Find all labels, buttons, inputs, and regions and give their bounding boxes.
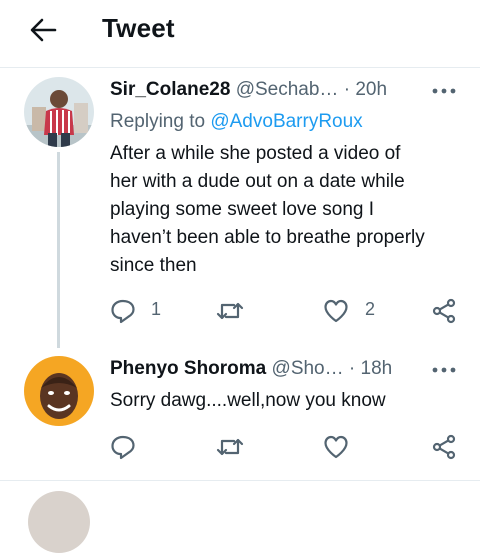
avatar[interactable] (28, 491, 90, 553)
reply-button[interactable] (110, 434, 136, 460)
reply-count: 1 (151, 299, 162, 319)
timestamp[interactable]: 20h (355, 79, 387, 100)
more-icon[interactable] (432, 366, 456, 374)
tweet-text-line: her with a dude out on a date while (110, 171, 405, 192)
separator-dot: · (348, 358, 356, 379)
share-icon (431, 434, 457, 460)
like-icon (323, 298, 349, 324)
tweet-text: Sorry dawg....well,now you know (110, 387, 386, 415)
tweet-divider (0, 480, 480, 481)
timestamp[interactable]: 18h (361, 358, 393, 379)
page-title: Tweet (102, 13, 175, 43)
handle[interactable]: @Sechab… (236, 79, 339, 100)
replying-to: Replying to @AdvoBarryRoux (110, 111, 363, 133)
header-divider (0, 67, 480, 68)
top-bar: Tweet (0, 0, 480, 62)
retweet-button[interactable] (216, 434, 244, 460)
more-icon[interactable] (432, 87, 456, 95)
like-button[interactable]: 2 (323, 298, 383, 324)
share-button[interactable] (431, 298, 457, 324)
back-arrow-icon[interactable] (28, 16, 58, 44)
separator-dot: · (343, 79, 351, 100)
tweet-meta: Phenyo Shoroma @Sho… · 18h (110, 358, 392, 380)
retweet-icon (216, 434, 244, 460)
thread-line (57, 152, 60, 348)
reply-icon (110, 298, 136, 324)
avatar[interactable] (24, 356, 94, 426)
handle[interactable]: @Sho… (272, 358, 344, 379)
tweet-text-line: since then (110, 255, 197, 276)
tweet-text-line: Sorry dawg....well,now you know (110, 390, 386, 411)
share-button[interactable] (431, 434, 457, 460)
tweet-text-line: haven’t been able to breathe properly (110, 227, 425, 248)
tweet-text-line: playing some sweet love song I (110, 199, 375, 220)
tweet-meta: Sir_Colane28 @Sechab… · 20h (110, 79, 387, 101)
replying-to-label: Replying to (110, 111, 206, 132)
display-name[interactable]: Sir_Colane28 (110, 79, 230, 100)
tweet-text-line: After a while she posted a video of (110, 143, 401, 164)
retweet-button[interactable] (216, 298, 256, 324)
like-icon (323, 434, 349, 460)
tweet-text: After a while she posted a video of her … (110, 140, 425, 280)
like-button[interactable] (323, 434, 349, 460)
share-icon (431, 298, 457, 324)
reply-button[interactable]: 1 (110, 298, 170, 324)
retweet-icon (216, 298, 244, 324)
reply-icon (110, 434, 136, 460)
mention-link[interactable]: @AdvoBarryRoux (210, 111, 362, 132)
like-count: 2 (365, 299, 376, 319)
avatar[interactable] (24, 77, 94, 147)
display-name[interactable]: Phenyo Shoroma (110, 358, 266, 379)
